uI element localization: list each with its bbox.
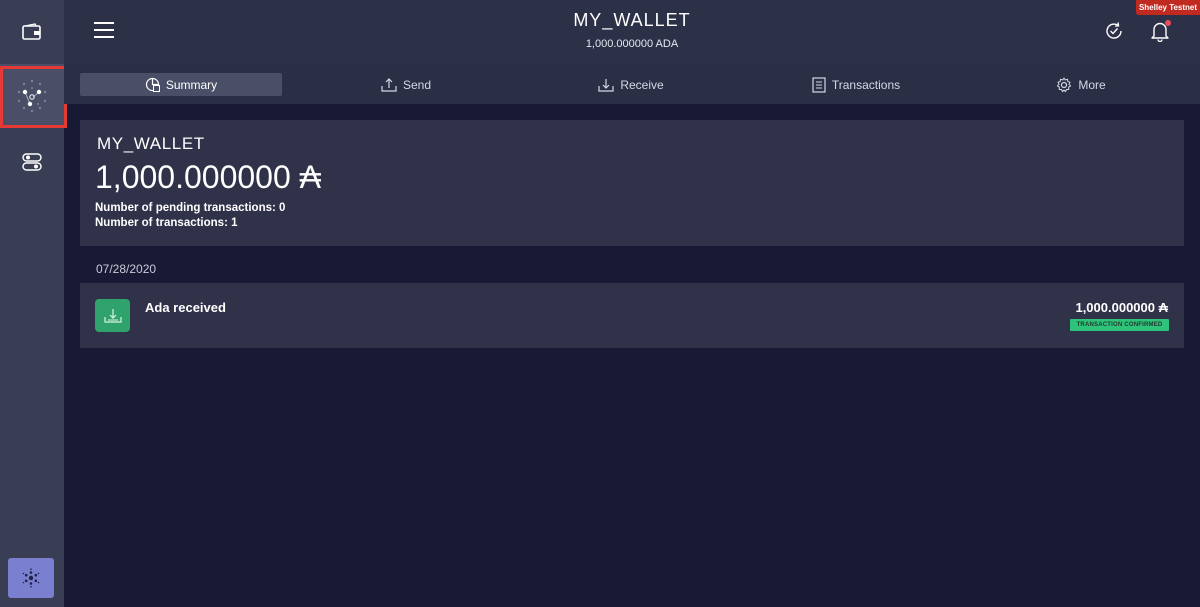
sidebar-item-staking[interactable] bbox=[0, 64, 67, 128]
wallet-title: MY_WALLET bbox=[573, 10, 691, 30]
transaction-date-header: 07/28/2020 bbox=[96, 262, 157, 276]
sync-icon[interactable] bbox=[1104, 21, 1124, 41]
summary-icon bbox=[145, 77, 160, 92]
wallet-balance: 1,000.000000 ADA bbox=[585, 38, 679, 50]
tab-label: Receive bbox=[620, 77, 664, 92]
sidebar-item-wallets[interactable] bbox=[0, 0, 64, 64]
tab-send[interactable]: Send bbox=[305, 73, 507, 96]
cardano-logo-icon bbox=[22, 568, 40, 588]
wallet-icon bbox=[22, 23, 41, 40]
network-badge: Shelley Testnet bbox=[1136, 0, 1200, 15]
transaction-title: Ada received bbox=[145, 300, 226, 315]
cardano-network-button[interactable] bbox=[8, 558, 54, 598]
tab-receive[interactable]: Receive bbox=[530, 73, 732, 96]
tab-label: Summary bbox=[165, 77, 218, 92]
send-icon bbox=[381, 77, 397, 92]
toggle-settings-icon bbox=[22, 153, 42, 171]
transaction-row[interactable]: Ada received 1,000.000000 ₳ TRANSACTION … bbox=[80, 283, 1184, 348]
transaction-amount: 1,000.000000 ₳ bbox=[1075, 300, 1168, 315]
tab-label: Send bbox=[402, 77, 432, 92]
sidebar bbox=[0, 0, 67, 607]
tab-transactions[interactable]: Transactions bbox=[755, 73, 957, 96]
pending-transactions-count: Number of pending transactions: 0 bbox=[95, 202, 286, 214]
summary-wallet-amount: 1,000.000000 ₳ bbox=[95, 159, 321, 195]
summary-wallet-name: MY_WALLET bbox=[97, 134, 205, 153]
tab-more[interactable]: More bbox=[980, 73, 1182, 96]
wallet-summary-card: MY_WALLET 1,000.000000 ₳ Number of pendi… bbox=[80, 120, 1184, 246]
wallet-tabs: Summary Send Receive Transactions More bbox=[64, 64, 1200, 104]
tab-label: Transactions bbox=[831, 77, 901, 92]
top-bar: MY_WALLET 1,000.000000 ADA Shelley Testn… bbox=[64, 0, 1200, 64]
notification-dot bbox=[1165, 20, 1171, 26]
transactions-icon bbox=[812, 76, 826, 93]
sidebar-item-settings[interactable] bbox=[0, 130, 64, 194]
received-icon bbox=[95, 299, 130, 332]
transaction-status-badge: TRANSACTION CONFIRMED bbox=[1070, 319, 1169, 331]
receive-icon bbox=[598, 78, 614, 92]
gear-icon bbox=[1057, 77, 1072, 92]
tab-label: More bbox=[1078, 77, 1106, 92]
tab-summary[interactable]: Summary bbox=[80, 73, 282, 96]
transactions-count: Number of transactions: 1 bbox=[95, 217, 238, 229]
selection-highlight bbox=[0, 66, 67, 128]
